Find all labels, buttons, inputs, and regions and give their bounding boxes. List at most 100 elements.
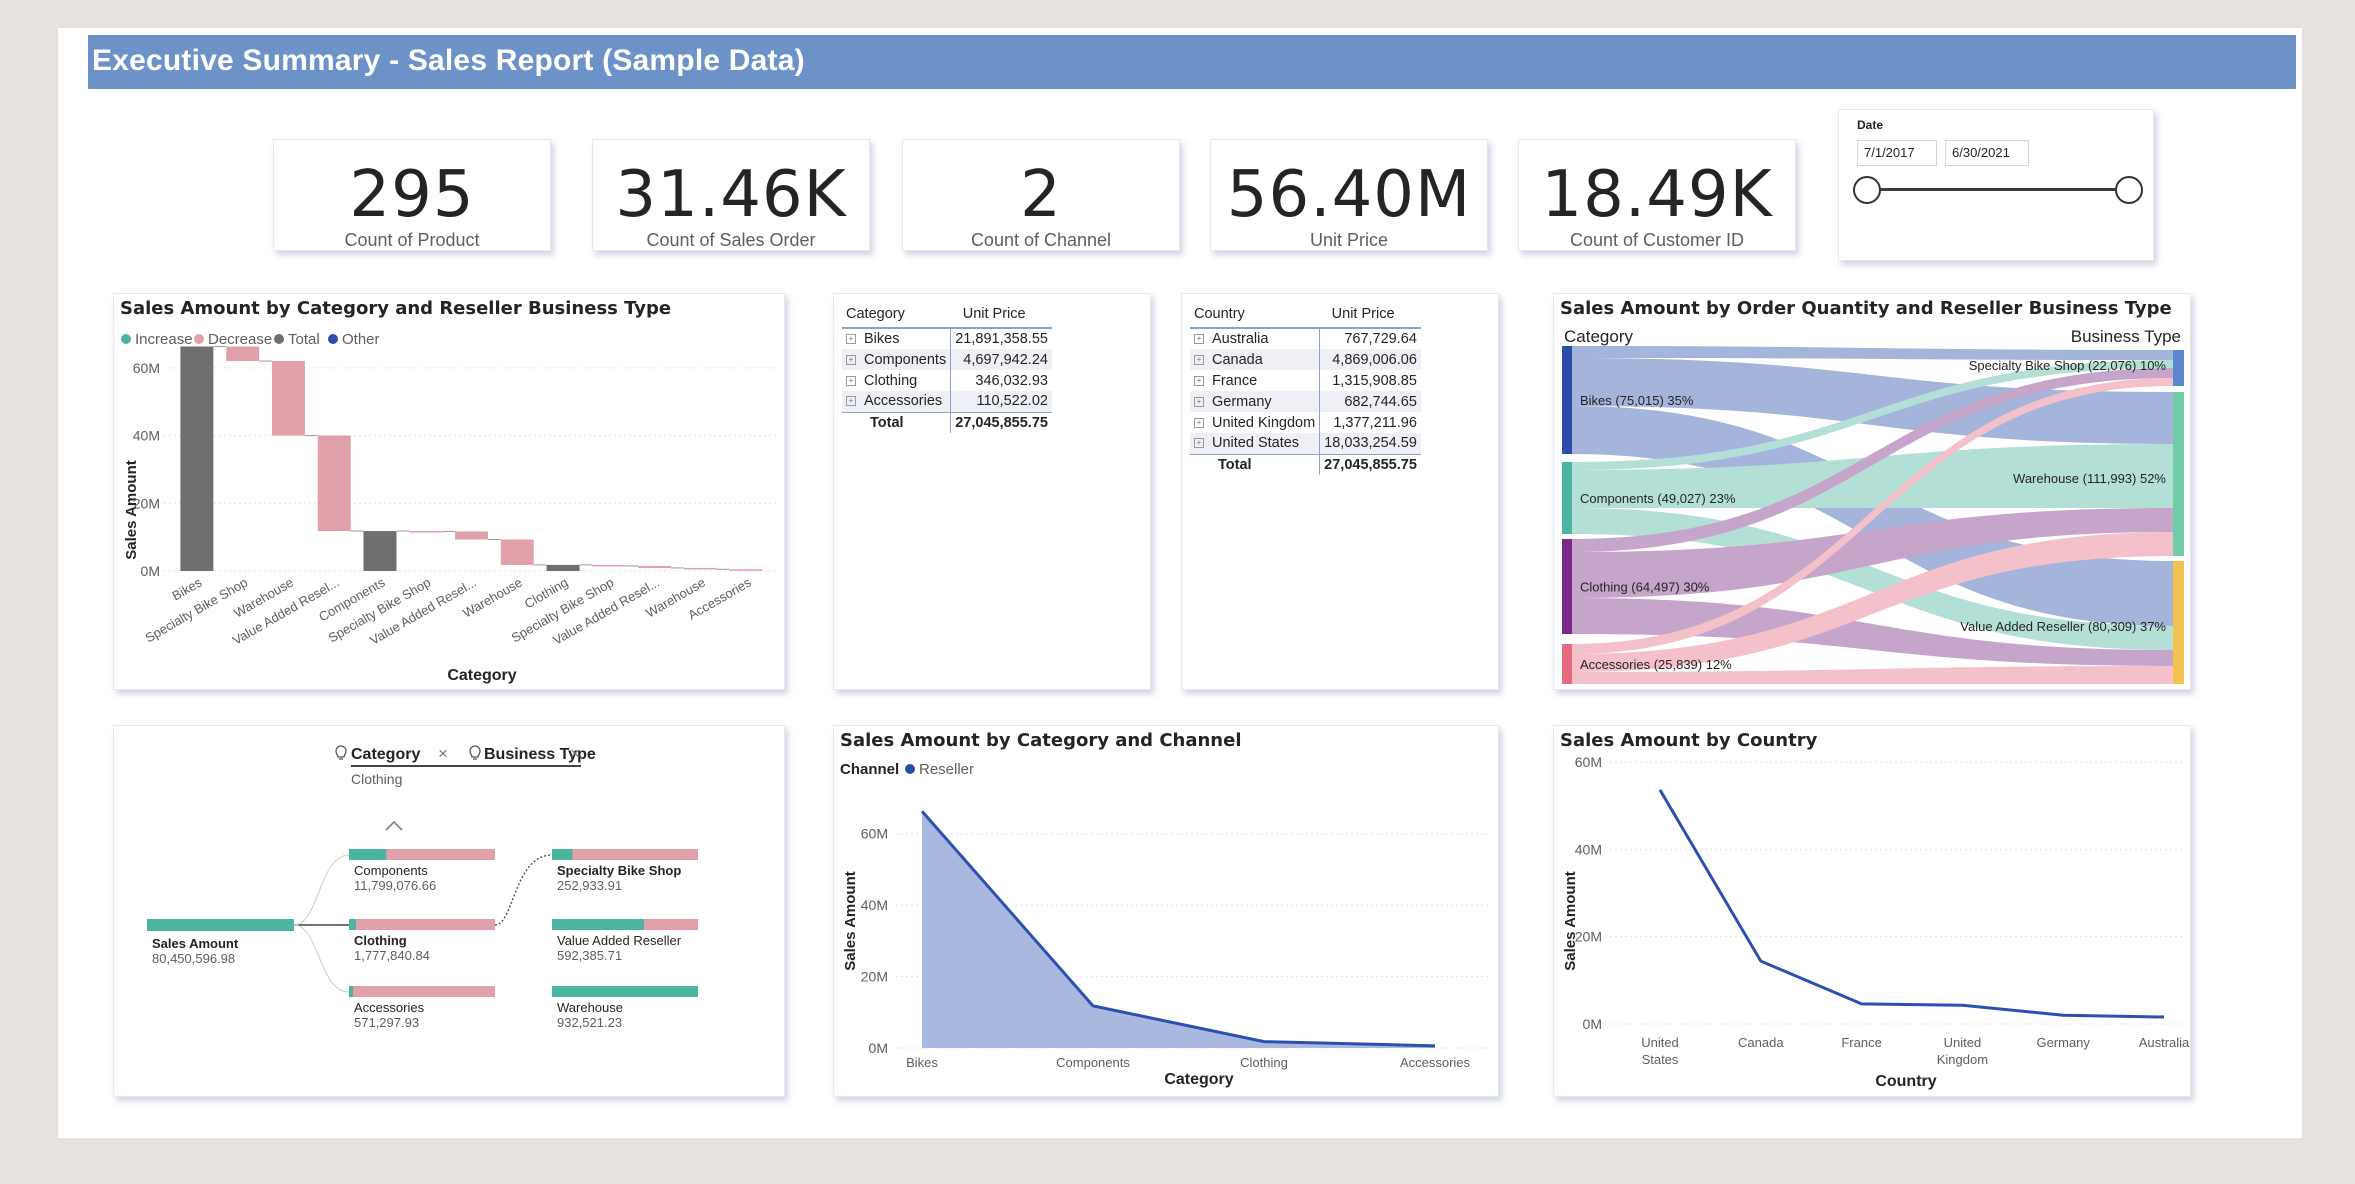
sankey-chart-visual[interactable]: Sales Amount by Order Quantity and Resel… — [1553, 293, 2191, 690]
legend-increase-swatch — [121, 334, 131, 344]
waterfall-bar-total[interactable] — [363, 531, 397, 571]
sankey-target-node[interactable] — [2173, 392, 2184, 556]
expand-icon[interactable]: + — [846, 334, 856, 345]
area-chart-visual[interactable]: Sales Amount by Category and Channel Cha… — [833, 725, 1499, 1097]
title-bar: Executive Summary - Sales Report (Sample… — [88, 35, 2296, 89]
column-header-unit-price[interactable]: Unit Price — [1319, 300, 1421, 329]
close-icon[interactable]: × — [438, 744, 448, 763]
area-legend-title: Channel — [840, 761, 899, 778]
sankey-source-node[interactable] — [1562, 539, 1572, 634]
decomposition-tree-visual[interactable]: Category × Clothing Business Type × Sale… — [113, 725, 785, 1097]
sankey-source-label: Accessories (25,839) 12% — [1580, 657, 1732, 672]
waterfall-bar-decrease[interactable] — [638, 565, 672, 568]
waterfall-bar-decrease[interactable] — [500, 539, 534, 565]
root-bar[interactable] — [147, 919, 294, 931]
expand-icon[interactable]: + — [1194, 438, 1204, 449]
waterfall-bar-decrease[interactable] — [226, 346, 260, 362]
legend-reseller-swatch — [905, 764, 915, 774]
kpi-card-product-count[interactable]: 295 Count of Product — [273, 139, 551, 251]
table-row: + United States 18,033,254.59 — [1190, 433, 1421, 454]
category-name: Accessories — [864, 393, 943, 410]
expand-icon[interactable]: + — [1194, 396, 1204, 407]
sankey-source-node[interactable] — [1562, 644, 1572, 684]
kpi-card-unit-price[interactable]: 56.40M Unit Price — [1210, 139, 1488, 251]
expand-icon[interactable]: + — [846, 354, 856, 365]
country-name: Australia — [1212, 331, 1269, 347]
kpi-card-sales-order-count[interactable]: 31.46K Count of Sales Order — [592, 139, 870, 251]
level2-value: 252,933.91 — [557, 878, 622, 893]
waterfall-bar-total[interactable] — [546, 564, 580, 571]
x-tick-label: Australia — [2139, 1035, 2190, 1050]
waterfall-x-axis-title: Category — [447, 667, 516, 684]
country-sales-line[interactable] — [1658, 789, 2165, 1019]
sankey-chart: Category Business Type Bikes (75,015) 35… — [1562, 327, 2184, 684]
kpi-card-channel-count[interactable]: 2 Count of Channel — [902, 139, 1180, 251]
level2-bar-fill — [552, 986, 698, 997]
close-icon[interactable]: × — [570, 744, 580, 763]
line-chart-visual[interactable]: Sales Amount by Country Sales Amount Cou… — [1553, 725, 2191, 1097]
y-tick-label: 60M — [861, 826, 888, 842]
table-row: + United Kingdom 1,377,211.96 — [1190, 412, 1421, 433]
column-header-category[interactable]: Category — [842, 300, 951, 329]
kpi-label: Count of Customer ID — [1569, 230, 1745, 250]
unit-price-value: 767,729.64 — [1319, 328, 1421, 349]
expand-icon[interactable]: + — [846, 396, 856, 407]
y-tick-label: 60M — [1575, 754, 1602, 770]
waterfall-bar-decrease[interactable] — [729, 569, 763, 571]
level1-bar[interactable] — [349, 986, 495, 997]
y-tick-label: 0M — [1583, 1016, 1602, 1032]
date-end-input[interactable]: 6/30/2021 — [1945, 140, 2029, 166]
country-name: Canada — [1212, 351, 1263, 368]
lightbulb-icon — [335, 745, 347, 760]
expand-icon[interactable]: + — [1194, 417, 1204, 428]
y-tick-label: 20M — [1575, 929, 1602, 945]
waterfall-legend: Increase Decrease Total Other — [121, 331, 380, 348]
expand-icon[interactable]: + — [1194, 354, 1204, 365]
table-row: + Germany 682,744.65 — [1190, 391, 1421, 412]
waterfall-bar-decrease[interactable] — [683, 567, 717, 570]
sankey-source-label: Clothing (64,497) 30% — [1580, 580, 1710, 595]
waterfall-bar-decrease[interactable] — [409, 531, 443, 533]
waterfall-chart-visual[interactable]: Sales Amount by Category and Reseller Bu… — [113, 293, 785, 690]
area-fill — [922, 811, 1435, 1048]
sankey-target-node[interactable] — [2173, 350, 2184, 386]
sankey-source-node[interactable] — [1562, 462, 1572, 534]
tree-connector — [293, 924, 350, 993]
country-table-visual[interactable]: Country Unit Price + Australia 767,729.64 … — [1181, 293, 1499, 690]
column-header-unit-price[interactable]: Unit Price — [950, 300, 1052, 329]
date-start-input[interactable]: 7/1/2017 — [1857, 140, 1937, 166]
sankey-target-node[interactable] — [2173, 561, 2184, 684]
date-slider-end-handle[interactable] — [2115, 176, 2143, 204]
waterfall-bar-decrease[interactable] — [317, 435, 351, 532]
x-tick-label: Germany — [2036, 1035, 2090, 1050]
column-header-country[interactable]: Country — [1190, 300, 1320, 329]
kpi-value: 295 — [349, 158, 475, 232]
x-tick-label: Kingdom — [1937, 1052, 1988, 1067]
sankey-left-header: Category — [1564, 327, 1633, 346]
level1-bar[interactable] — [349, 919, 495, 930]
sankey-right-header: Business Type — [2071, 327, 2181, 346]
x-tick-label: Components — [1056, 1055, 1130, 1070]
kpi-label: Count of Sales Order — [646, 230, 816, 250]
expand-icon[interactable]: + — [1194, 334, 1204, 345]
expand-icon[interactable]: + — [846, 375, 856, 386]
y-tick-label: 40M — [1575, 841, 1602, 857]
waterfall-bar-total[interactable] — [180, 346, 214, 571]
level1-subtitle: Clothing — [351, 771, 402, 787]
table-row: + Components 4,697,942.24 — [842, 349, 1052, 370]
area-chart: Channel Reseller Sales Amount Category 6… — [840, 761, 1489, 1088]
expand-icon[interactable]: + — [1194, 375, 1204, 386]
category-table-visual[interactable]: Category Unit Price + Bikes 21,891,358.55 … — [833, 293, 1151, 690]
x-tick-label: United — [1641, 1035, 1679, 1050]
waterfall-bar-decrease[interactable] — [271, 361, 305, 436]
level2-bar[interactable] — [552, 849, 698, 860]
chevron-up-icon[interactable] — [385, 820, 403, 831]
sankey-source-node[interactable] — [1562, 346, 1572, 454]
table-row: + Canada 4,869,006.06 — [1190, 349, 1421, 370]
waterfall-bar-decrease[interactable] — [455, 531, 488, 540]
level2-bar-fill — [552, 849, 573, 860]
level2-value: 932,521.23 — [557, 1015, 622, 1030]
kpi-card-customer-count[interactable]: 18.49K Count of Customer ID — [1518, 139, 1796, 251]
waterfall-bar-decrease[interactable] — [592, 564, 626, 567]
date-slider-start-handle[interactable] — [1853, 176, 1881, 204]
